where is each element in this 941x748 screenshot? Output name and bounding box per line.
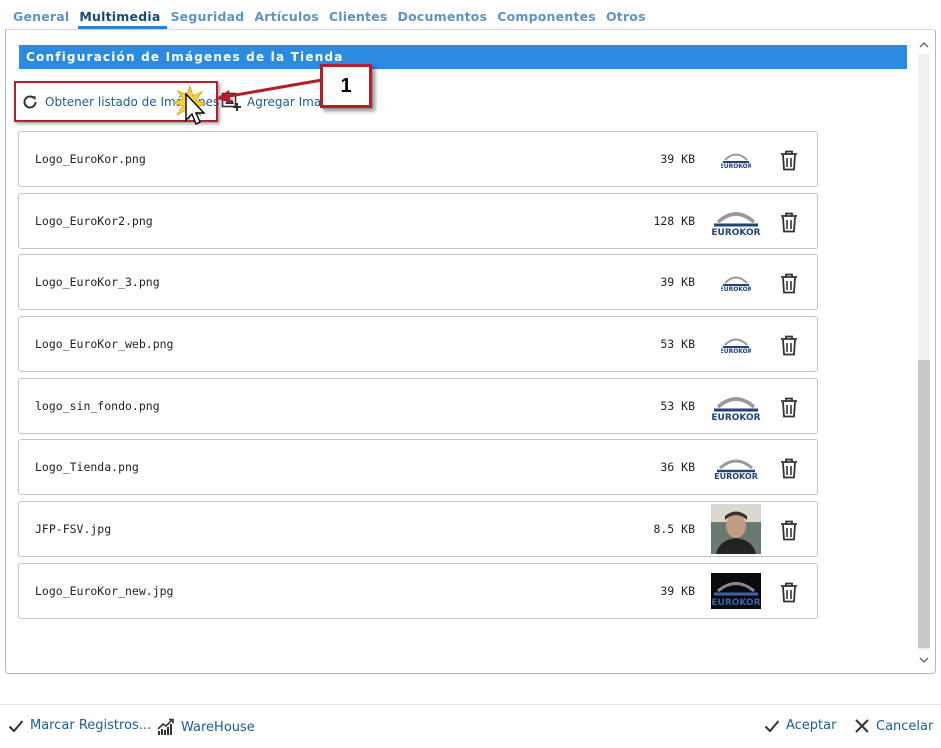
accept-button[interactable]: Aceptar bbox=[764, 718, 836, 733]
image-filesize: 53 KB bbox=[660, 337, 695, 352]
scroll-down-arrow[interactable] bbox=[918, 653, 930, 667]
svg-text:EUROKOR: EUROKOR bbox=[714, 472, 758, 481]
delete-image-button[interactable] bbox=[779, 334, 799, 356]
svg-text:EUROKOR: EUROKOR bbox=[721, 348, 751, 355]
trash-icon bbox=[779, 582, 799, 606]
tab-general[interactable]: General bbox=[12, 7, 76, 29]
tab-multimedia[interactable]: Multimedia bbox=[78, 7, 168, 29]
image-row: logo_sin_fondo.png 53 KB EUROKOR bbox=[18, 377, 818, 434]
delete-image-button[interactable] bbox=[779, 211, 799, 233]
cancel-label: Cancelar bbox=[876, 718, 934, 734]
image-row: Logo_EuroKor_new.jpg 39 KB EUROKOR bbox=[18, 562, 818, 619]
image-thumbnail[interactable] bbox=[711, 504, 761, 555]
tab-bar: General Multimedia Seguridad Artículos C… bbox=[12, 7, 655, 29]
scrollbar-track[interactable] bbox=[918, 54, 930, 650]
svg-text:EUROKOR: EUROKOR bbox=[711, 228, 760, 237]
image-filename: Logo_EuroKor2.png bbox=[35, 213, 153, 228]
image-filename: Logo_Tienda.png bbox=[35, 460, 139, 475]
delete-image-button[interactable] bbox=[779, 581, 799, 603]
image-row: JFP-FSV.jpg 8.5 KB bbox=[18, 501, 818, 558]
image-filesize: 39 KB bbox=[660, 275, 695, 290]
content-panel: Configuración de Imágenes de la Tienda O… bbox=[5, 30, 936, 674]
image-filename: JFP-FSV.jpg bbox=[35, 522, 112, 537]
image-thumbnail[interactable]: EUROKOR bbox=[711, 320, 761, 368]
delete-image-button[interactable] bbox=[779, 272, 799, 294]
trash-icon bbox=[779, 335, 799, 359]
image-thumbnail[interactable]: EUROKOR bbox=[711, 258, 761, 306]
close-icon bbox=[855, 719, 869, 733]
tab-otros[interactable]: Otros bbox=[605, 7, 653, 29]
chevron-down-icon bbox=[919, 657, 929, 663]
tab-componentes[interactable]: Componentes bbox=[496, 7, 603, 29]
image-list: Logo_EuroKor.png 39 KB EUROKOR Logo_EuroKor… bbox=[18, 131, 818, 625]
trash-icon bbox=[779, 150, 799, 174]
image-row: Logo_EuroKor_3.png 39 KB EUROKOR bbox=[18, 254, 818, 311]
warehouse-label: WareHouse bbox=[181, 719, 255, 735]
trash-icon bbox=[779, 273, 799, 297]
mark-records-label: Marcar Registros... bbox=[30, 718, 152, 733]
delete-image-button[interactable] bbox=[779, 457, 799, 479]
click-cursor-icon bbox=[172, 86, 208, 125]
chevron-up-icon bbox=[919, 42, 929, 48]
warehouse-button[interactable]: WareHouse bbox=[157, 718, 255, 736]
image-row: Logo_Tienda.png 36 KB EUROKOR bbox=[18, 439, 818, 496]
image-filename: Logo_EuroKor_new.jpg bbox=[35, 583, 174, 598]
trash-icon bbox=[779, 397, 799, 421]
svg-text:EUROKOR: EUROKOR bbox=[711, 598, 760, 608]
scroll-up-arrow[interactable] bbox=[918, 38, 930, 52]
svg-text:EUROKOR: EUROKOR bbox=[721, 163, 751, 170]
image-filesize: 128 KB bbox=[653, 213, 695, 228]
trash-icon bbox=[779, 459, 799, 482]
image-filesize: 36 KB bbox=[660, 460, 695, 475]
tab-articulos[interactable]: Artículos bbox=[253, 7, 326, 29]
image-filesize: 8.5 KB bbox=[653, 522, 695, 537]
image-thumbnail[interactable]: EUROKOR bbox=[711, 443, 761, 491]
image-row: Logo_EuroKor2.png 128 KB EUROKOR bbox=[18, 192, 818, 249]
tab-seguridad[interactable]: Seguridad bbox=[169, 7, 251, 29]
tab-documentos[interactable]: Documentos bbox=[397, 7, 495, 29]
image-filename: Logo_EuroKor_web.png bbox=[35, 337, 174, 352]
image-filename: Logo_EuroKor.png bbox=[35, 152, 146, 166]
image-thumbnail[interactable]: EUROKOR bbox=[711, 135, 761, 183]
tab-clientes[interactable]: Clientes bbox=[328, 7, 395, 29]
footer-bar: Marcar Registros... WareHouse Aceptar Ca… bbox=[0, 704, 941, 748]
image-row: Logo_EuroKor_web.png 53 KB EUROKOR bbox=[18, 316, 818, 373]
delete-image-button[interactable] bbox=[779, 396, 799, 418]
image-thumbnail[interactable]: EUROKOR bbox=[711, 197, 761, 245]
image-filesize: 39 KB bbox=[660, 152, 695, 166]
delete-image-button[interactable] bbox=[779, 149, 799, 171]
image-filename: Logo_EuroKor_3.png bbox=[35, 275, 160, 290]
svg-text:EUROKOR: EUROKOR bbox=[711, 413, 760, 422]
check-icon bbox=[764, 719, 780, 732]
annotation-callout: 1 bbox=[320, 64, 372, 108]
delete-image-button[interactable] bbox=[779, 519, 799, 541]
svg-text:EUROKOR: EUROKOR bbox=[721, 286, 751, 293]
image-thumbnail[interactable]: EUROKOR bbox=[711, 382, 761, 430]
check-icon bbox=[8, 719, 24, 732]
trash-icon bbox=[779, 212, 799, 236]
section-title: Configuración de Imágenes de la Tienda bbox=[19, 45, 907, 69]
accept-label: Aceptar bbox=[786, 718, 837, 733]
image-filesize: 53 KB bbox=[660, 398, 695, 413]
image-row: Logo_EuroKor.png 39 KB EUROKOR bbox=[18, 131, 818, 187]
cancel-button[interactable]: Cancelar bbox=[854, 718, 933, 734]
image-thumbnail[interactable]: EUROKOR bbox=[711, 567, 761, 615]
annotation-arrow bbox=[216, 78, 323, 103]
image-filesize: 39 KB bbox=[660, 583, 695, 598]
mark-records-button[interactable]: Marcar Registros... bbox=[8, 718, 151, 733]
trash-icon bbox=[779, 520, 799, 544]
image-filename: logo_sin_fondo.png bbox=[35, 398, 160, 413]
scrollbar-thumb[interactable] bbox=[918, 360, 930, 648]
chart-trend-icon bbox=[157, 718, 174, 735]
